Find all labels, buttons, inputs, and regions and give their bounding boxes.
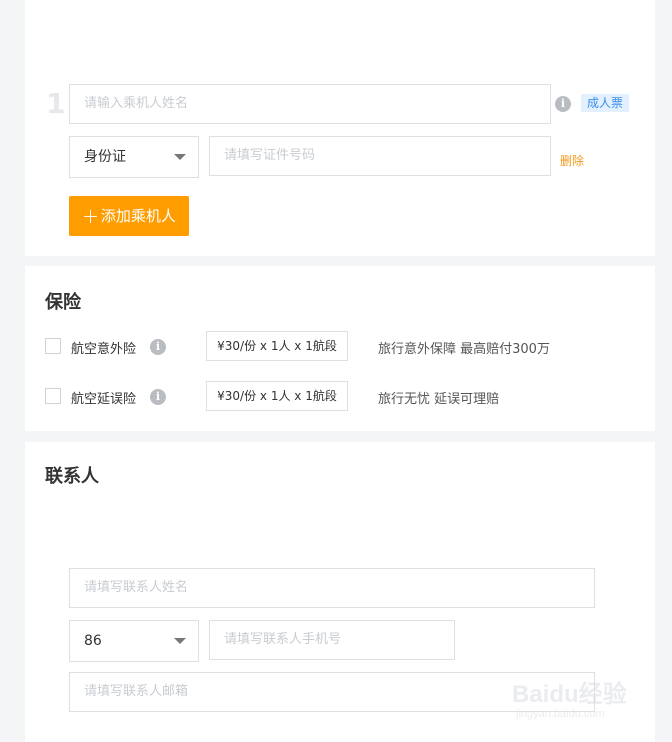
info-icon[interactable]: i [150, 339, 166, 355]
insurance-name: 航空延误险 [71, 392, 137, 407]
passenger-number: 1 [46, 87, 66, 120]
caret-down-icon [174, 638, 186, 644]
insurance-checkbox[interactable] [45, 338, 61, 354]
insurance-title: 保险 [45, 292, 81, 313]
insurance-card: 保险 航空意外险 i ¥30/份 x 1人 x 1航段 旅行意外保障 最高赔付3… [25, 266, 655, 431]
country-code-value: 86 [84, 633, 102, 649]
info-icon[interactable]: i [150, 389, 166, 405]
insurance-description: 旅行无忧 延误可理赔 [378, 392, 500, 407]
insurance-price: ¥30/份 x 1人 x 1航段 [206, 331, 348, 361]
watermark-text: Baidu经验 [512, 681, 627, 708]
plus-icon: + [82, 204, 99, 228]
insurance-description: 旅行意外保障 最高赔付300万 [378, 342, 550, 357]
passenger-card: 1 请输入乘机人姓名 i 成人票 身份证 请填写证件号码 删除 + 添加乘机人 [25, 0, 655, 256]
country-code-select[interactable]: 86 [69, 620, 199, 662]
caret-down-icon [174, 154, 186, 160]
insurance-price: ¥30/份 x 1人 x 1航段 [206, 381, 348, 411]
baidu-watermark-logo: Baidu经验 jingyan.baidu.com [512, 670, 642, 726]
contact-name-input[interactable]: 请填写联系人姓名 [69, 568, 595, 608]
ticket-type-badge: 成人票 [581, 94, 630, 112]
id-type-select[interactable]: 身份证 [69, 136, 199, 178]
delete-passenger-link[interactable]: 删除 [560, 152, 584, 169]
insurance-name: 航空意外险 [71, 342, 137, 357]
add-passenger-label: 添加乘机人 [100, 207, 176, 225]
id-type-value: 身份证 [84, 149, 126, 165]
watermark-url: jingyan.baidu.com [516, 708, 605, 720]
info-icon[interactable]: i [555, 96, 571, 112]
id-number-input[interactable]: 请填写证件号码 [209, 136, 551, 176]
contact-title: 联系人 [45, 466, 99, 487]
insurance-checkbox[interactable] [45, 388, 61, 404]
add-passenger-button[interactable]: + 添加乘机人 [69, 196, 189, 236]
contact-phone-input[interactable]: 请填写联系人手机号 [209, 620, 455, 660]
passenger-name-input[interactable]: 请输入乘机人姓名 [69, 84, 551, 124]
